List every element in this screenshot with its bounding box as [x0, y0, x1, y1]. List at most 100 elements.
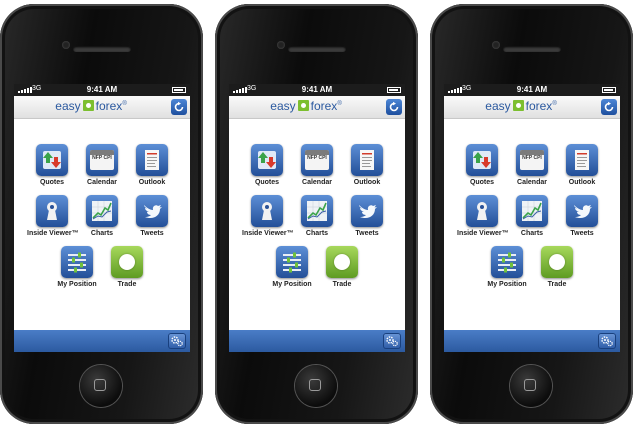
- trade-label: Trade: [117, 281, 137, 288]
- iphone: 3G 9:41 AM easy forex® Quotes NFP CPI Ca…: [0, 4, 203, 424]
- iphone: 3G 9:41 AM easy forex® Quotes NFP CPI Ca…: [430, 4, 633, 424]
- trade-tile[interactable]: Trade: [102, 246, 152, 288]
- app-grid: Quotes NFP CPI Calendar Outlook Inside V…: [14, 144, 190, 297]
- trade-tile[interactable]: Trade: [317, 246, 367, 288]
- app-screen: 3G 9:41 AM easy forex® Quotes NFP CPI Ca…: [14, 84, 190, 352]
- status-bar: 3G 9:41 AM: [14, 84, 190, 96]
- calendar-tile[interactable]: NFP CPI Calendar: [507, 144, 557, 186]
- app-row: Quotes NFP CPI Calendar Outlook: [229, 144, 405, 186]
- inside-viewer-label: Inside Viewer™: [242, 230, 294, 237]
- quotes-label: Quotes: [469, 179, 495, 186]
- logo-text-forex: forex: [95, 99, 123, 113]
- charts-tile[interactable]: Charts: [507, 195, 557, 237]
- home-button[interactable]: [80, 365, 122, 407]
- front-camera: [277, 41, 285, 49]
- home-square-icon: [94, 379, 106, 391]
- refresh-button[interactable]: [601, 99, 617, 115]
- nav-bar: easy forex®: [14, 96, 190, 119]
- refresh-button[interactable]: [386, 99, 402, 115]
- tweets-tile[interactable]: Tweets: [342, 195, 392, 237]
- line-chart-icon: [516, 195, 548, 227]
- logo-text-easy: easy: [485, 99, 511, 113]
- calendar-icon: NFP CPI: [516, 144, 548, 176]
- up-down-arrows-icon: [251, 144, 283, 176]
- charts-tile[interactable]: Charts: [292, 195, 342, 237]
- my-position-tile[interactable]: My Position: [482, 246, 532, 288]
- calendar-tile[interactable]: NFP CPI Calendar: [77, 144, 127, 186]
- earpiece-speaker: [503, 46, 561, 52]
- nav-bar: easy forex®: [444, 96, 620, 119]
- inside-viewer-tile[interactable]: Inside Viewer™: [27, 195, 79, 237]
- calendar-tile[interactable]: NFP CPI Calendar: [292, 144, 342, 186]
- keyhole-icon: [36, 195, 68, 227]
- charts-tile[interactable]: Charts: [77, 195, 127, 237]
- outlook-label: Outlook: [138, 179, 166, 186]
- keyhole-icon: [251, 195, 283, 227]
- logo-mark-icon: [297, 100, 309, 111]
- trade-label: Trade: [332, 281, 352, 288]
- easy-forex-logo: easy forex®: [229, 99, 383, 113]
- charts-label: Charts: [90, 230, 114, 237]
- twitter-bird-icon: [136, 195, 168, 227]
- keyhole-icon: [466, 195, 498, 227]
- calendar-icon-text: NFP CPI: [307, 155, 327, 161]
- calendar-icon-text: NFP CPI: [92, 155, 112, 161]
- inside-viewer-tile[interactable]: Inside Viewer™: [457, 195, 509, 237]
- twitter-bird-icon: [351, 195, 383, 227]
- calendar-label: Calendar: [302, 179, 332, 186]
- app-grid: Quotes NFP CPI Calendar Outlook Inside V…: [444, 144, 620, 297]
- app-screen: 3G 9:41 AM easy forex® Quotes NFP CPI Ca…: [444, 84, 620, 352]
- home-square-icon: [524, 379, 536, 391]
- gears-icon: [171, 336, 183, 347]
- trade-tile[interactable]: Trade: [532, 246, 582, 288]
- easy-forex-logo: easy forex®: [444, 99, 598, 113]
- status-time: 9:41 AM: [516, 85, 548, 94]
- settings-button[interactable]: [383, 333, 401, 349]
- app-grid: Quotes NFP CPI Calendar Outlook Inside V…: [229, 144, 405, 297]
- tweets-label: Tweets: [140, 230, 164, 237]
- logo-text-forex: forex: [525, 99, 553, 113]
- bottom-tab-bar: [14, 330, 190, 352]
- document-icon: [136, 144, 168, 176]
- quotes-tile[interactable]: Quotes: [457, 144, 507, 186]
- logo-reg-mark: ®: [337, 101, 342, 107]
- app-row: My Position Trade: [444, 246, 620, 288]
- home-button[interactable]: [295, 365, 337, 407]
- settings-button[interactable]: [598, 333, 616, 349]
- up-down-arrows-icon: [36, 144, 68, 176]
- front-camera: [492, 41, 500, 49]
- bottom-tab-bar: [229, 330, 405, 352]
- inside-viewer-label: Inside Viewer™: [27, 230, 79, 237]
- settings-button[interactable]: [168, 333, 186, 349]
- line-chart-icon: [86, 195, 118, 227]
- outlook-tile[interactable]: Outlook: [557, 144, 607, 186]
- refresh-button[interactable]: [171, 99, 187, 115]
- my-position-tile[interactable]: My Position: [52, 246, 102, 288]
- app-row: Inside Viewer™ Charts Tweets: [444, 195, 620, 237]
- my-position-label: My Position: [57, 281, 97, 288]
- refresh-icon: [174, 101, 184, 112]
- calendar-icon: NFP CPI: [86, 144, 118, 176]
- up-down-arrows-icon: [466, 144, 498, 176]
- quotes-label: Quotes: [254, 179, 280, 186]
- status-time: 9:41 AM: [301, 85, 333, 94]
- outlook-label: Outlook: [353, 179, 381, 186]
- sliders-icon: [491, 246, 523, 278]
- quotes-tile[interactable]: Quotes: [242, 144, 292, 186]
- easy-forex-logo: easy forex®: [14, 99, 168, 113]
- home-button[interactable]: [510, 365, 552, 407]
- tweets-tile[interactable]: Tweets: [127, 195, 177, 237]
- app-row: Inside Viewer™ Charts Tweets: [14, 195, 190, 237]
- outlook-tile[interactable]: Outlook: [342, 144, 392, 186]
- circle-icon: [326, 246, 358, 278]
- tweets-tile[interactable]: Tweets: [557, 195, 607, 237]
- logo-mark-icon: [512, 100, 524, 111]
- charts-label: Charts: [305, 230, 329, 237]
- quotes-tile[interactable]: Quotes: [27, 144, 77, 186]
- inside-viewer-tile[interactable]: Inside Viewer™: [242, 195, 294, 237]
- logo-reg-mark: ®: [552, 101, 557, 107]
- my-position-tile[interactable]: My Position: [267, 246, 317, 288]
- outlook-tile[interactable]: Outlook: [127, 144, 177, 186]
- quotes-label: Quotes: [39, 179, 65, 186]
- battery-icon: [387, 87, 401, 93]
